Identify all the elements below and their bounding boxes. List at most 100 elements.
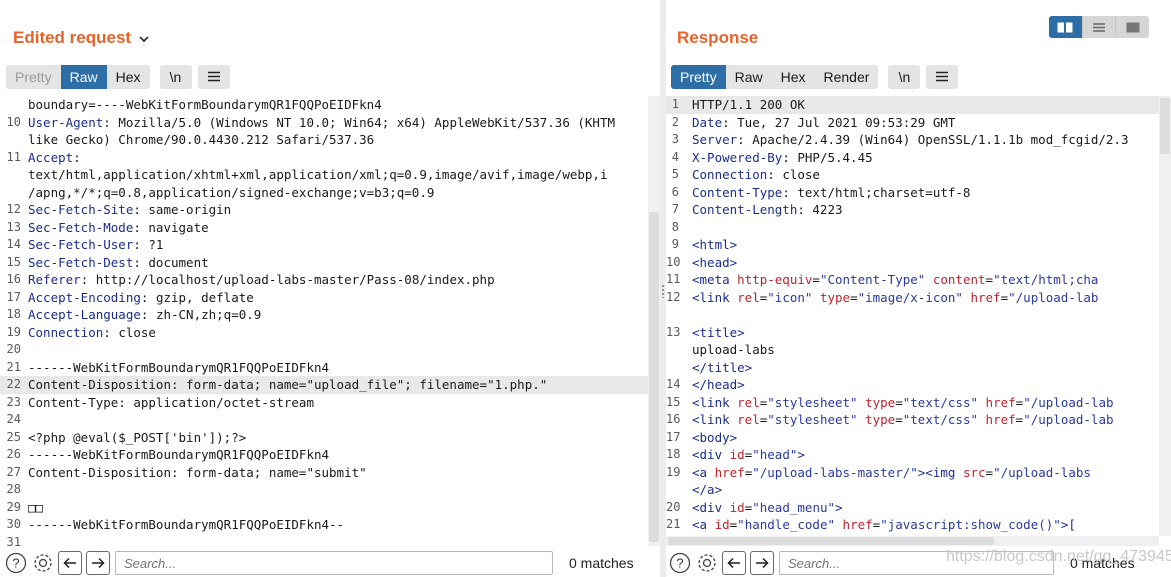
code-token: /apng,*/*;q=0.8,application/signed-excha… [28, 184, 435, 200]
gear-icon[interactable] [695, 551, 719, 575]
line-code: Accept-Language: zh-CN,zh;q=0.9 [28, 306, 261, 324]
newline-toggle-button[interactable]: \n [888, 65, 921, 89]
code-token: type [819, 289, 851, 305]
editor-line: 10 <head> [666, 254, 1171, 272]
arrow-left-icon[interactable] [722, 551, 746, 575]
code-token: "text/html;cha [993, 272, 1099, 287]
code-token: = [895, 412, 903, 427]
line-code: Accept: [28, 149, 81, 167]
code-token: "/upload-lab [1023, 394, 1114, 410]
line-number: 19 [6, 324, 21, 339]
response-horizontal-scrollbar[interactable] [666, 536, 1159, 546]
code-token: Content-Type: application/octet-stream [28, 394, 314, 410]
tab-render[interactable]: Render [814, 65, 879, 89]
code-token: "icon" [767, 289, 813, 305]
line-code: User-Agent: Mozilla/5.0 (Windows NT 10.0… [28, 114, 615, 132]
code-token: "javascript:show_code()" [880, 517, 1061, 532]
line-code: Content-Type: application/octet-stream [28, 394, 314, 412]
line-code: <link rel="icon" type="image/x-icon" hre… [692, 289, 1098, 307]
code-token: text/html,application/xhtml+xml,applicat… [28, 167, 608, 182]
code-token: content [932, 272, 986, 287]
line-number: 25 [6, 429, 21, 444]
editor-line: 3 Server: Apache/2.4.39 (Win64) OpenSSL/1… [666, 131, 1171, 149]
newline-toggle-button[interactable]: \n [159, 65, 192, 89]
arrow-left-icon[interactable] [58, 551, 82, 575]
gear-icon[interactable] [31, 551, 55, 575]
line-code: Content-Disposition: form-data; name="up… [28, 376, 547, 394]
code-token: Content-Type [692, 184, 783, 200]
code-token: "text/css" [902, 412, 979, 427]
help-icon[interactable]: ? [668, 551, 692, 575]
editor-line: /apng,*/*;q=0.8,application/signed-excha… [0, 184, 660, 202]
editor-line: 18 <div id="head"> [666, 446, 1171, 464]
code-token: rel [737, 289, 760, 305]
code-token: : zh-CN,zh;q=0.9 [140, 307, 262, 322]
code-token: <div [692, 447, 730, 462]
code-token: "handle_code" [737, 517, 836, 532]
request-vertical-scrollbar[interactable] [648, 96, 660, 546]
line-code: ------WebKitFormBoundarymQR1FQQPoEIDFkn4 [28, 359, 329, 377]
code-token: href [970, 289, 1001, 305]
side-by-side-layout-icon[interactable] [1049, 16, 1083, 38]
code-token: : http://localhost/upload-labs-master/Pa… [80, 272, 495, 287]
tab-pretty[interactable]: Pretty [6, 65, 61, 89]
code-token: Sec-Fetch-Site [28, 202, 134, 217]
code-token: <meta [692, 272, 738, 287]
line-number: 11 [6, 149, 21, 164]
code-token: = [1000, 289, 1009, 305]
code-token: Referer [28, 272, 81, 287]
line-number: 7 [671, 202, 679, 216]
code-token: "image/x-icon" [857, 289, 963, 305]
scrollbar-thumb[interactable] [649, 212, 659, 542]
response-menu-button[interactable] [926, 65, 959, 89]
tab-pretty[interactable]: Pretty [671, 65, 726, 89]
code-token: "/upload-lab [1008, 289, 1099, 305]
line-number: 20 [6, 342, 21, 356]
line-code: X-Powered-By: PHP/5.4.45 [692, 149, 873, 167]
help-icon[interactable]: ? [4, 551, 28, 575]
editor-line: 13 <title> [666, 324, 1171, 342]
code-token: = [895, 394, 903, 410]
scrollbar-thumb[interactable] [1160, 98, 1170, 154]
arrow-right-icon[interactable] [86, 551, 110, 575]
tab-raw[interactable]: Raw [60, 65, 107, 89]
editor-line: 15 <link rel="stylesheet" type="text/css… [666, 394, 1171, 412]
editor-line: 19 Connection: close [0, 324, 660, 342]
editor-line: like Gecko) Chrome/90.0.4430.212 Safari/… [0, 131, 660, 149]
line-code: upload-labs [692, 341, 775, 359]
editor-line: 26 ------WebKitFormBoundarymQR1FQQPoEIDFk… [0, 446, 660, 464]
code-token: > [797, 447, 805, 462]
arrow-right-icon[interactable] [750, 551, 774, 575]
line-number: 28 [6, 482, 21, 496]
line-number: 30 [6, 517, 21, 531]
editor-line: 23 Content-Type: application/octet-stream [0, 394, 660, 412]
code-token: > [835, 499, 843, 515]
request-search-input[interactable] [115, 551, 553, 575]
line-code: Content-Length: 4223 [692, 201, 843, 219]
tab-raw[interactable]: Raw [725, 65, 772, 89]
code-token: : text/html;charset=utf-8 [782, 184, 971, 200]
scrollbar-thumb[interactable] [668, 537, 994, 545]
code-token: <link [692, 394, 738, 410]
line-number: 14 [6, 237, 21, 251]
response-vertical-scrollbar[interactable] [1159, 96, 1171, 536]
code-token: http-equiv [737, 272, 813, 287]
stacked-layout-icon[interactable] [1083, 16, 1117, 38]
editor-line: 20 <div id="head_menu"> [666, 499, 1171, 517]
editor-line: 2 Date: Tue, 27 Jul 2021 09:53:29 GMT [666, 114, 1171, 132]
response-editor[interactable]: 1 HTTP/1.1 200 OK 2 Date: Tue, 27 Jul 2021 … [666, 96, 1171, 546]
request-tab-group: Pretty Raw Hex [6, 65, 150, 89]
code-token: <title> [692, 324, 745, 340]
chevron-down-icon[interactable] [139, 32, 149, 46]
line-code: Date: Tue, 27 Jul 2021 09:53:29 GMT [692, 114, 955, 132]
request-editor[interactable]: boundary=----WebKitFormBoundarymQR1FQQPo… [0, 96, 660, 546]
code-token: id [729, 447, 745, 462]
request-menu-button[interactable] [197, 65, 230, 89]
svg-text:?: ? [676, 556, 683, 571]
single-pane-layout-icon[interactable] [1116, 16, 1149, 38]
tab-hex[interactable]: Hex [771, 65, 815, 89]
line-number: 14 [666, 377, 681, 391]
request-search-bar: ? 0 matches [4, 549, 634, 577]
tab-hex[interactable]: Hex [106, 65, 150, 89]
